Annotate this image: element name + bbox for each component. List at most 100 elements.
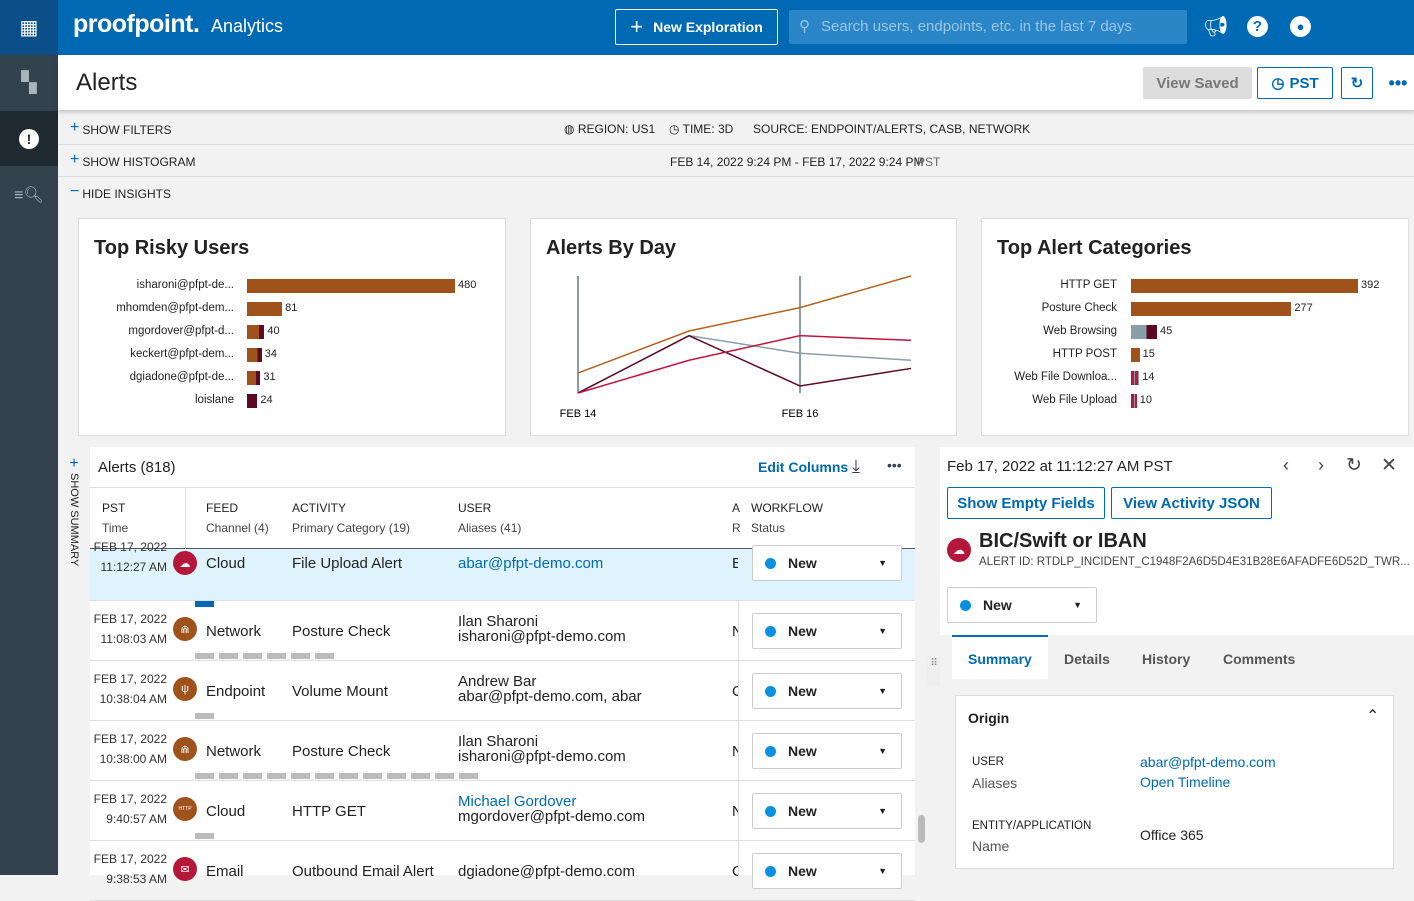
user-alias: dgiadone@pfpt-demo.com [458, 863, 635, 880]
activity-category: File Upload Alert [292, 555, 403, 572]
user-account-icon[interactable]: ● [1290, 16, 1311, 37]
bar[interactable] [1131, 325, 1158, 339]
chevron-up-icon[interactable]: ⌃ [1366, 706, 1379, 726]
workflow-status-dropdown[interactable]: New ▼ [752, 853, 902, 889]
next-icon[interactable]: › [1318, 455, 1324, 476]
bar-label: Posture Check [1041, 302, 1117, 314]
bar[interactable] [247, 302, 283, 316]
table-row[interactable]: FEB 17, 2022 11:12:27 AM ☁︎ Cloud File Up… [90, 540, 915, 607]
series-line[interactable] [577, 334, 912, 394]
apps-grid-icon[interactable]: ▦ [0, 0, 58, 55]
refresh-icon[interactable]: ↻ [1346, 454, 1362, 477]
series-line[interactable] [577, 275, 912, 374]
download-icon[interactable]: ⤓ [852, 456, 860, 477]
workflow-status-dropdown[interactable]: New ▼ [752, 793, 902, 829]
bar[interactable] [1131, 371, 1140, 385]
feed-channel: Endpoint [206, 683, 266, 700]
workflow-status-dropdown[interactable]: New ▼ [752, 545, 902, 581]
open-timeline-link[interactable]: Open Timeline [1140, 774, 1230, 790]
table-row[interactable]: FEB 17, 2022 11:08:03 AM ⋒ Network Postur… [90, 601, 915, 661]
clock-icon: ◷ [1271, 75, 1285, 92]
bar[interactable] [247, 371, 261, 385]
status-dropdown[interactable]: New ▼ [947, 587, 1097, 623]
bar[interactable] [247, 279, 455, 293]
alert-title: BIC/Swift or IBAN [979, 530, 1147, 552]
alert-date: FEB 17, 2022 [93, 852, 167, 866]
dashboard-icon[interactable]: ▚ [0, 55, 58, 110]
user-link[interactable]: abar@pfpt-demo.com [1140, 754, 1276, 770]
show-summary-toggle[interactable]: + SHOW SUMMARY [62, 455, 86, 566]
clock-icon: ◷ [669, 122, 680, 136]
column-header[interactable]: WORKFLOW Status [751, 501, 823, 535]
network-icon: ⋒ [173, 617, 197, 641]
tab-details[interactable]: Details [1064, 651, 1110, 667]
column-header[interactable]: FEED Channel (4) [206, 501, 269, 535]
column-header[interactable]: USER Aliases (41) [458, 501, 521, 535]
card-title: Top Alert Categories [997, 237, 1192, 259]
more-options-icon[interactable]: ••• [1383, 67, 1413, 99]
refresh-icon[interactable]: ↻ [1341, 67, 1373, 99]
workflow-status-dropdown[interactable]: New ▼ [752, 613, 902, 649]
alert-date: FEB 17, 2022 [93, 540, 167, 554]
table-row[interactable]: FEB 17, 2022 9:38:53 AM ✉︎ Email Outbound… [90, 841, 915, 901]
bar-label: Web Browsing [1043, 325, 1117, 337]
column-header[interactable]: PST Time [102, 501, 128, 535]
bar[interactable] [1131, 302, 1292, 316]
user-alias[interactable]: abar@pfpt-demo.com [458, 555, 603, 572]
caret-down-icon: ▼ [878, 686, 887, 696]
top-risky-users-card: Top Risky Users isharoni@pfpt-de... 480 mho… [78, 218, 506, 436]
alerts-count: Alerts (818) [98, 459, 176, 476]
alert-date: FEB 17, 2022 [93, 732, 167, 746]
table-row[interactable]: FEB 17, 2022 10:38:04 AM ψ Endpoint Volum… [90, 661, 915, 721]
bar-value: 277 [1294, 302, 1313, 314]
help-icon[interactable]: ? [1247, 16, 1268, 37]
column-header[interactable]: ACTIVITY Primary Category (19) [292, 501, 410, 535]
user-alias: isharoni@pfpt-demo.com [458, 748, 626, 765]
table-row[interactable]: FEB 17, 2022 9:40:57 AM HTTP Cloud HTTP G… [90, 781, 915, 841]
timezone-button[interactable]: ◷ PST [1257, 67, 1333, 99]
close-icon[interactable]: ✕ [1381, 454, 1397, 477]
hide-insights-toggle[interactable]: − HIDE INSIGHTS [70, 183, 171, 203]
table-row[interactable]: FEB 17, 2022 10:38:00 AM ⋒ Network Postur… [90, 721, 915, 781]
tab-summary[interactable]: Summary [968, 651, 1032, 667]
user-alias: abar@pfpt-demo.com, abar [458, 688, 642, 705]
search-list-icon[interactable]: ≡🔍︎ [0, 167, 58, 222]
truncated-column: N [732, 623, 738, 640]
status-dot [765, 745, 776, 757]
more-options-icon[interactable]: ••• [887, 457, 902, 473]
resize-handle[interactable]: ⠿ [927, 658, 941, 686]
entity-label: ENTITY/APPLICATION [972, 820, 1092, 832]
previous-icon[interactable]: ‹ [1283, 455, 1289, 476]
workflow-status-dropdown[interactable]: New ▼ [752, 673, 902, 709]
workflow-status-dropdown[interactable]: New ▼ [752, 733, 902, 769]
new-exploration-button[interactable]: + New Exploration [615, 9, 778, 45]
show-histogram-toggle[interactable]: + SHOW HISTOGRAM [70, 151, 195, 171]
show-empty-fields-button[interactable]: Show Empty Fields [947, 487, 1105, 519]
show-filters-toggle[interactable]: + SHOW FILTERS [70, 119, 171, 139]
tab-history[interactable]: History [1142, 651, 1190, 667]
bar[interactable] [1131, 394, 1137, 408]
megaphone-icon[interactable]: 📢︎ [1203, 14, 1228, 39]
bar[interactable] [1131, 348, 1140, 362]
bar-label: isharoni@pfpt-de... [136, 279, 234, 291]
bar[interactable] [1131, 279, 1358, 293]
tab-comments[interactable]: Comments [1223, 651, 1295, 667]
column-header[interactable]: AR [732, 501, 741, 535]
view-activity-json-button[interactable]: View Activity JSON [1111, 487, 1272, 519]
view-saved-button[interactable]: View Saved [1143, 67, 1252, 99]
bar[interactable] [247, 348, 262, 362]
source-info: SOURCE: ENDPOINT/ALERTS, CASB, NETWORK [753, 122, 1031, 136]
user-alias: isharoni@pfpt-demo.com [458, 628, 626, 645]
sidebar: ▦ ▚ ! ≡🔍︎ [0, 0, 58, 875]
bar[interactable] [247, 394, 258, 408]
bar-value: 24 [260, 394, 273, 406]
alert-icon[interactable]: ! [0, 111, 58, 166]
truncated-column: N [732, 803, 738, 820]
edit-columns-button[interactable]: Edit Columns [758, 459, 848, 475]
caret-down-icon: ▼ [878, 626, 887, 636]
scrollbar[interactable] [918, 815, 925, 843]
search-input[interactable]: ⚲ Search users, endpoints, etc. in the la… [789, 10, 1187, 44]
bar[interactable] [247, 325, 265, 339]
truncated-column: N [732, 743, 738, 760]
alert-time: 11:08:03 AM [100, 632, 168, 646]
